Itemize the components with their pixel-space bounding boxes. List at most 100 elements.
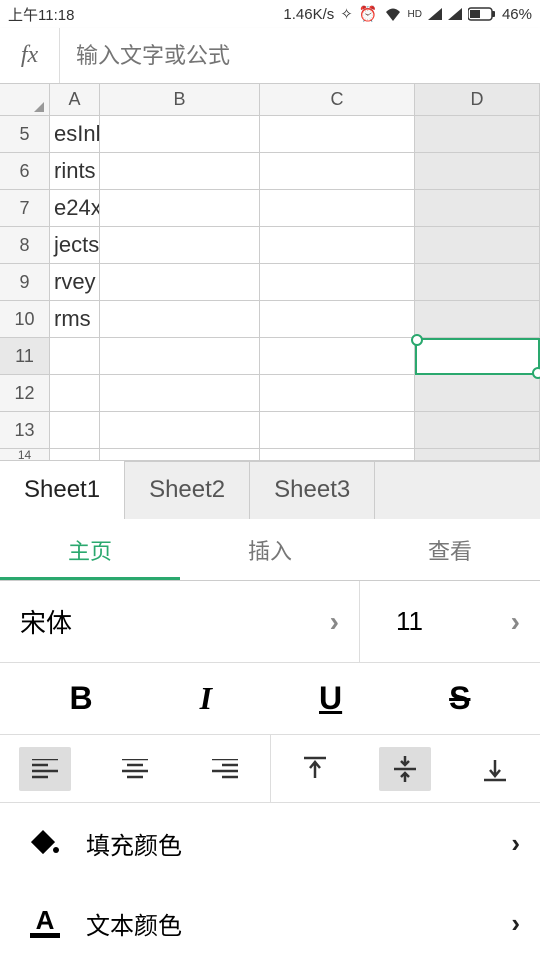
cell[interactable]: [415, 264, 540, 300]
alarm-icon: ⏰: [359, 5, 378, 23]
cell[interactable]: [415, 449, 540, 460]
text-color-option[interactable]: A 文本颜色 ›: [0, 883, 540, 963]
cell[interactable]: [100, 375, 260, 411]
text-style-row: B I U S: [0, 663, 540, 735]
cell[interactable]: [50, 338, 100, 374]
row-header[interactable]: 14: [0, 449, 50, 460]
cell[interactable]: [100, 116, 260, 152]
fill-color-icon: [20, 828, 70, 858]
alignment-row: [0, 735, 540, 803]
cell[interactable]: [415, 375, 540, 411]
chevron-right-icon: ›: [511, 606, 520, 638]
cell[interactable]: [100, 301, 260, 337]
fill-color-option[interactable]: 填充颜色 ›: [0, 803, 540, 883]
row-header[interactable]: 7: [0, 190, 50, 226]
tab-view[interactable]: 查看: [360, 519, 540, 580]
cell[interactable]: [415, 301, 540, 337]
align-right-button[interactable]: [199, 747, 251, 791]
chevron-right-icon: ›: [511, 908, 520, 939]
cell[interactable]: [415, 190, 540, 226]
cell[interactable]: [50, 449, 100, 460]
cell[interactable]: [415, 412, 540, 448]
cell[interactable]: [260, 449, 415, 460]
text-color-icon: A: [20, 907, 70, 939]
align-center-button[interactable]: [109, 747, 161, 791]
row-header[interactable]: 9: [0, 264, 50, 300]
col-header-a[interactable]: A: [50, 84, 100, 115]
cell[interactable]: [100, 412, 260, 448]
col-header-c[interactable]: C: [260, 84, 415, 115]
formula-bar: fx: [0, 28, 540, 84]
cell[interactable]: [100, 449, 260, 460]
cell[interactable]: rints: [50, 153, 100, 189]
status-time: 上午11:18: [8, 4, 74, 25]
cell-selection[interactable]: [415, 338, 540, 375]
valign-bottom-button[interactable]: [469, 747, 521, 791]
cell[interactable]: e24x7: [50, 190, 100, 226]
italic-button[interactable]: I: [200, 680, 212, 717]
row-header[interactable]: 11: [0, 338, 50, 374]
select-all-corner[interactable]: [0, 84, 50, 115]
row-header[interactable]: 10: [0, 301, 50, 337]
cell[interactable]: [100, 338, 260, 374]
sheet-tab-3[interactable]: Sheet3: [250, 461, 375, 519]
battery-percent: 46%: [502, 6, 532, 23]
cell[interactable]: [260, 227, 415, 263]
row-header[interactable]: 13: [0, 412, 50, 448]
valign-top-button[interactable]: [289, 747, 341, 791]
row-header[interactable]: 6: [0, 153, 50, 189]
col-header-d[interactable]: D: [415, 84, 540, 115]
signal-icon: [428, 8, 442, 20]
cell[interactable]: [415, 153, 540, 189]
net-speed: 1.46K/s: [283, 6, 334, 23]
cell[interactable]: [100, 264, 260, 300]
formula-input[interactable]: [60, 43, 540, 69]
cell[interactable]: [50, 375, 100, 411]
row-header[interactable]: 5: [0, 116, 50, 152]
cell[interactable]: [260, 412, 415, 448]
cell[interactable]: [415, 116, 540, 152]
battery-icon: [468, 7, 496, 21]
signal2-icon: [448, 8, 462, 20]
cell[interactable]: [260, 338, 415, 374]
cell[interactable]: [260, 301, 415, 337]
tab-home[interactable]: 主页: [0, 519, 180, 580]
underline-button[interactable]: U: [319, 680, 342, 717]
cell[interactable]: [50, 412, 100, 448]
strikethrough-button[interactable]: S: [449, 680, 470, 717]
selection-handle-icon[interactable]: [532, 367, 540, 379]
font-name-select[interactable]: 宋体 ›: [0, 581, 360, 662]
cell[interactable]: [260, 116, 415, 152]
cell[interactable]: jects: [50, 227, 100, 263]
spreadsheet: A B C D 5esInbox 6rints 7e24x7 8jects 9r…: [0, 84, 540, 461]
row-header[interactable]: 12: [0, 375, 50, 411]
selection-handle-icon[interactable]: [411, 334, 423, 346]
tab-insert[interactable]: 插入: [180, 519, 360, 580]
cell[interactable]: [100, 227, 260, 263]
font-size-value: 11: [396, 606, 423, 637]
bold-button[interactable]: B: [69, 680, 92, 717]
font-size-select[interactable]: 11 ›: [360, 581, 540, 662]
cell[interactable]: [100, 153, 260, 189]
cell[interactable]: [415, 227, 540, 263]
cell[interactable]: [260, 264, 415, 300]
sheet-tab-2[interactable]: Sheet2: [125, 461, 250, 519]
col-header-b[interactable]: B: [100, 84, 260, 115]
align-left-button[interactable]: [19, 747, 71, 791]
cell[interactable]: [100, 190, 260, 226]
sheet-tabs: Sheet1 Sheet2 Sheet3: [0, 461, 540, 519]
chevron-right-icon: ›: [330, 606, 339, 638]
row-header[interactable]: 8: [0, 227, 50, 263]
cell[interactable]: [260, 190, 415, 226]
cell[interactable]: rms: [50, 301, 100, 337]
cell[interactable]: rvey: [50, 264, 100, 300]
sheet-tab-1[interactable]: Sheet1: [0, 461, 125, 519]
cell[interactable]: esInbox: [50, 116, 100, 152]
status-bar: 上午11:18 1.46K/s ✧ ⏰ HD 46%: [0, 0, 540, 28]
chevron-right-icon: ›: [511, 828, 520, 859]
text-color-label: 文本颜色: [70, 906, 511, 941]
cell[interactable]: [260, 375, 415, 411]
fill-color-label: 填充颜色: [70, 826, 511, 861]
valign-middle-button[interactable]: [379, 747, 431, 791]
cell[interactable]: [260, 153, 415, 189]
